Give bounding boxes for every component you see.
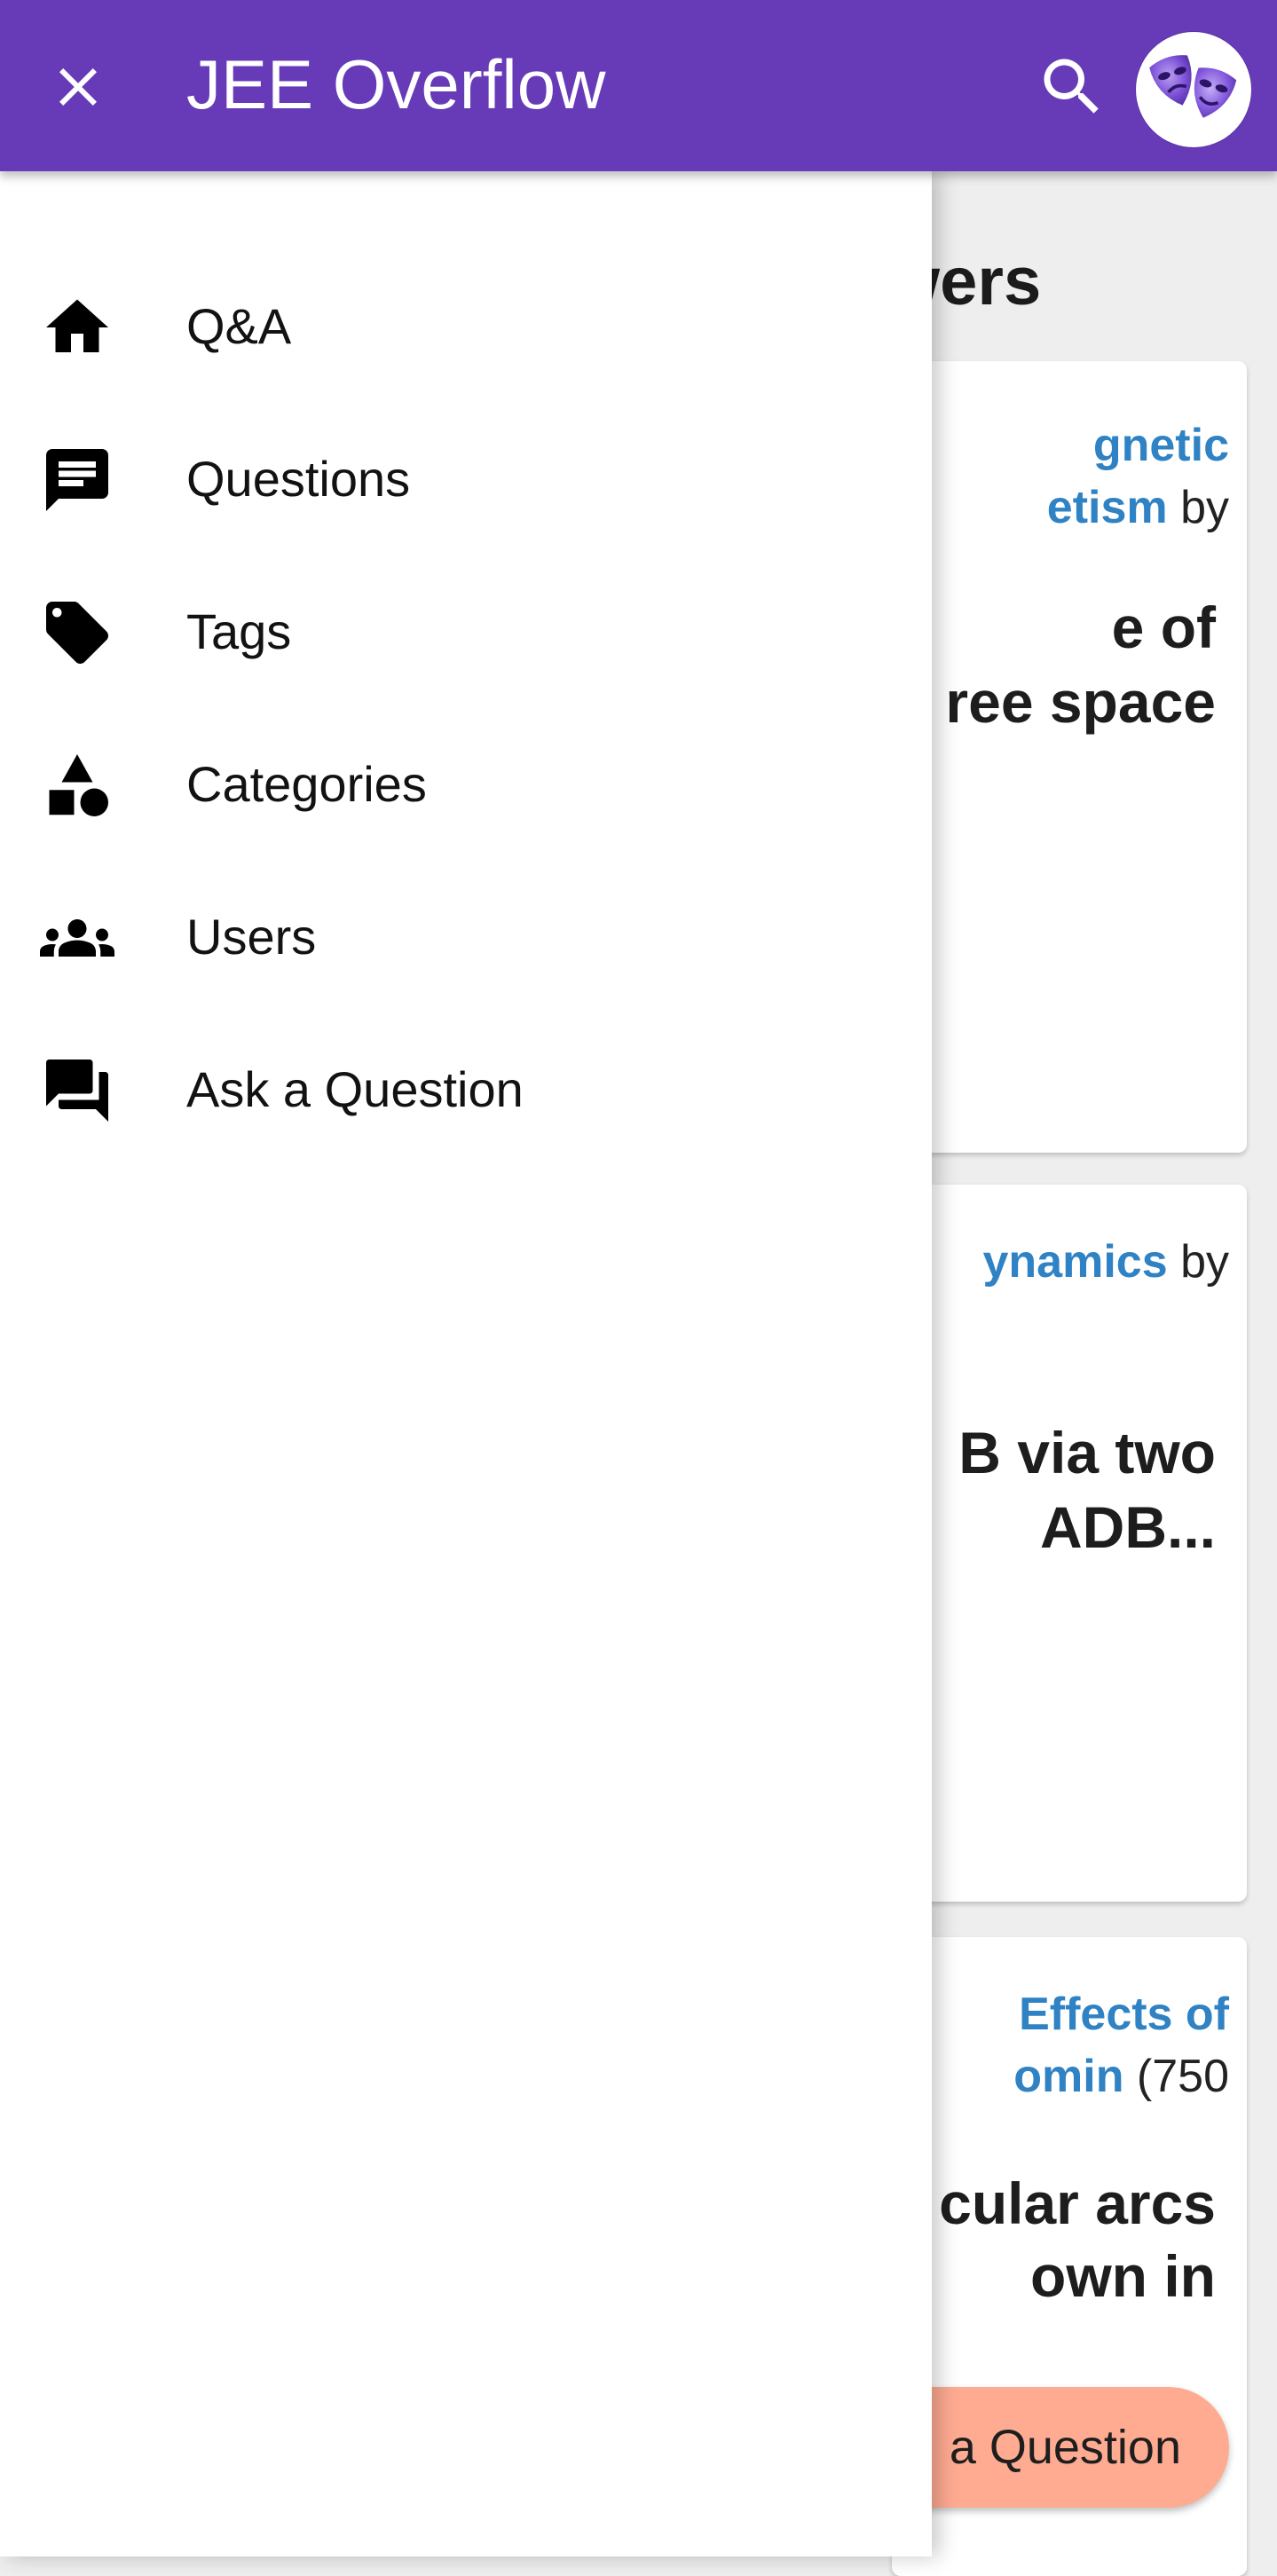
card-title[interactable]: ADB... bbox=[892, 1490, 1216, 1564]
drawer-item-qa[interactable]: Q&A bbox=[0, 255, 932, 397]
drawer-item-tags[interactable]: Tags bbox=[0, 560, 932, 702]
card-title[interactable]: cular arcs bbox=[892, 2166, 1216, 2241]
drawer-item-label: Tags bbox=[186, 603, 292, 659]
card-title[interactable]: e of bbox=[892, 590, 1216, 665]
drawer-item-label: Questions bbox=[186, 451, 411, 507]
navigation-drawer: Q&A Questions Tags Categories Users Ask … bbox=[0, 171, 932, 2556]
card-meta: gnetic bbox=[892, 414, 1229, 477]
question-card[interactable]: ynamics by B via two ADB... bbox=[892, 1185, 1247, 1902]
app-bar: JEE Overflow bbox=[0, 0, 1277, 171]
question-card[interactable]: gnetic etism by e of ree space bbox=[892, 361, 1247, 1153]
drawer-item-categories[interactable]: Categories bbox=[0, 713, 932, 855]
fab-label: a Question bbox=[949, 2421, 1181, 2474]
meta-text: by bbox=[1167, 1236, 1229, 1288]
card-meta: Effects of bbox=[892, 1983, 1229, 2045]
drawer-item-ask-question[interactable]: Ask a Question bbox=[0, 1018, 932, 1160]
theater-masks-icon bbox=[1149, 55, 1237, 118]
meta-text: by bbox=[1167, 482, 1229, 533]
category-shapes-icon bbox=[40, 748, 114, 823]
close-icon[interactable] bbox=[43, 51, 114, 122]
home-icon bbox=[40, 290, 114, 365]
drawer-item-users[interactable]: Users bbox=[0, 865, 932, 1007]
avatar[interactable] bbox=[1136, 32, 1251, 147]
category-link[interactable]: ynamics bbox=[982, 1236, 1167, 1288]
card-title[interactable]: B via two bbox=[892, 1415, 1216, 1490]
comment-text-icon bbox=[40, 443, 114, 517]
category-link[interactable]: omin bbox=[1013, 2051, 1123, 2102]
card-meta: omin (750 bbox=[892, 2045, 1229, 2107]
category-link[interactable]: etism bbox=[1047, 482, 1168, 533]
drawer-item-questions[interactable]: Questions bbox=[0, 407, 932, 549]
forum-icon bbox=[40, 1053, 114, 1128]
search-icon[interactable] bbox=[1029, 44, 1115, 130]
drawer-item-label: Categories bbox=[186, 756, 427, 812]
category-link[interactable]: gnetic bbox=[1093, 420, 1229, 471]
people-icon bbox=[40, 901, 114, 975]
tag-icon bbox=[40, 595, 114, 670]
drawer-item-label: Ask a Question bbox=[186, 1061, 524, 1117]
card-title[interactable]: ree space bbox=[892, 665, 1216, 739]
card-title[interactable]: own in bbox=[892, 2239, 1216, 2313]
card-meta: etism by bbox=[892, 477, 1229, 539]
category-link[interactable]: Effects of bbox=[1019, 1989, 1229, 2040]
drawer-item-label: Users bbox=[186, 909, 317, 965]
card-meta: ynamics by bbox=[892, 1231, 1229, 1293]
meta-text: (750 bbox=[1123, 2051, 1229, 2102]
drawer-item-label: Q&A bbox=[186, 298, 292, 354]
app-title: JEE Overflow bbox=[186, 45, 606, 123]
